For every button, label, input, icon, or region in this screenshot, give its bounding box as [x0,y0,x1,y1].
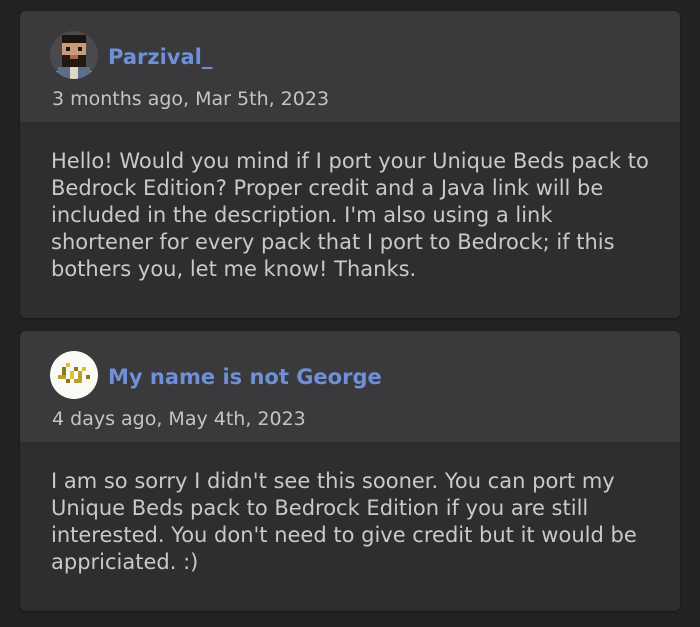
comment-body: I am so sorry I didn't see this sooner. … [20,442,680,576]
comment-timestamp: 3 months ago, Mar 5th, 2023 [52,88,330,110]
comment-header: My name is not George 4 days ago, May 4t… [20,331,680,442]
comment-text: Hello! Would you mind if I port your Uni… [51,149,649,281]
comment-header: Parzival_ 3 months ago, Mar 5th, 2023 [20,11,680,122]
pixel-bearded-man-avatar-icon[interactable] [50,31,98,79]
author-name-link[interactable]: Parzival_ [108,45,212,69]
comment-feed: Parzival_ 3 months ago, Mar 5th, 2023 He… [0,0,700,627]
author-name-link[interactable]: My name is not George [108,365,382,389]
pixel-gold-nuggets-avatar-icon[interactable] [50,351,98,399]
comment-timestamp: 4 days ago, May 4th, 2023 [52,408,306,430]
comment-card: Parzival_ 3 months ago, Mar 5th, 2023 He… [20,11,680,318]
comment-text: I am so sorry I didn't see this sooner. … [51,469,637,574]
comment-body: Hello! Would you mind if I port your Uni… [20,122,680,283]
comment-card: My name is not George 4 days ago, May 4t… [20,331,680,611]
